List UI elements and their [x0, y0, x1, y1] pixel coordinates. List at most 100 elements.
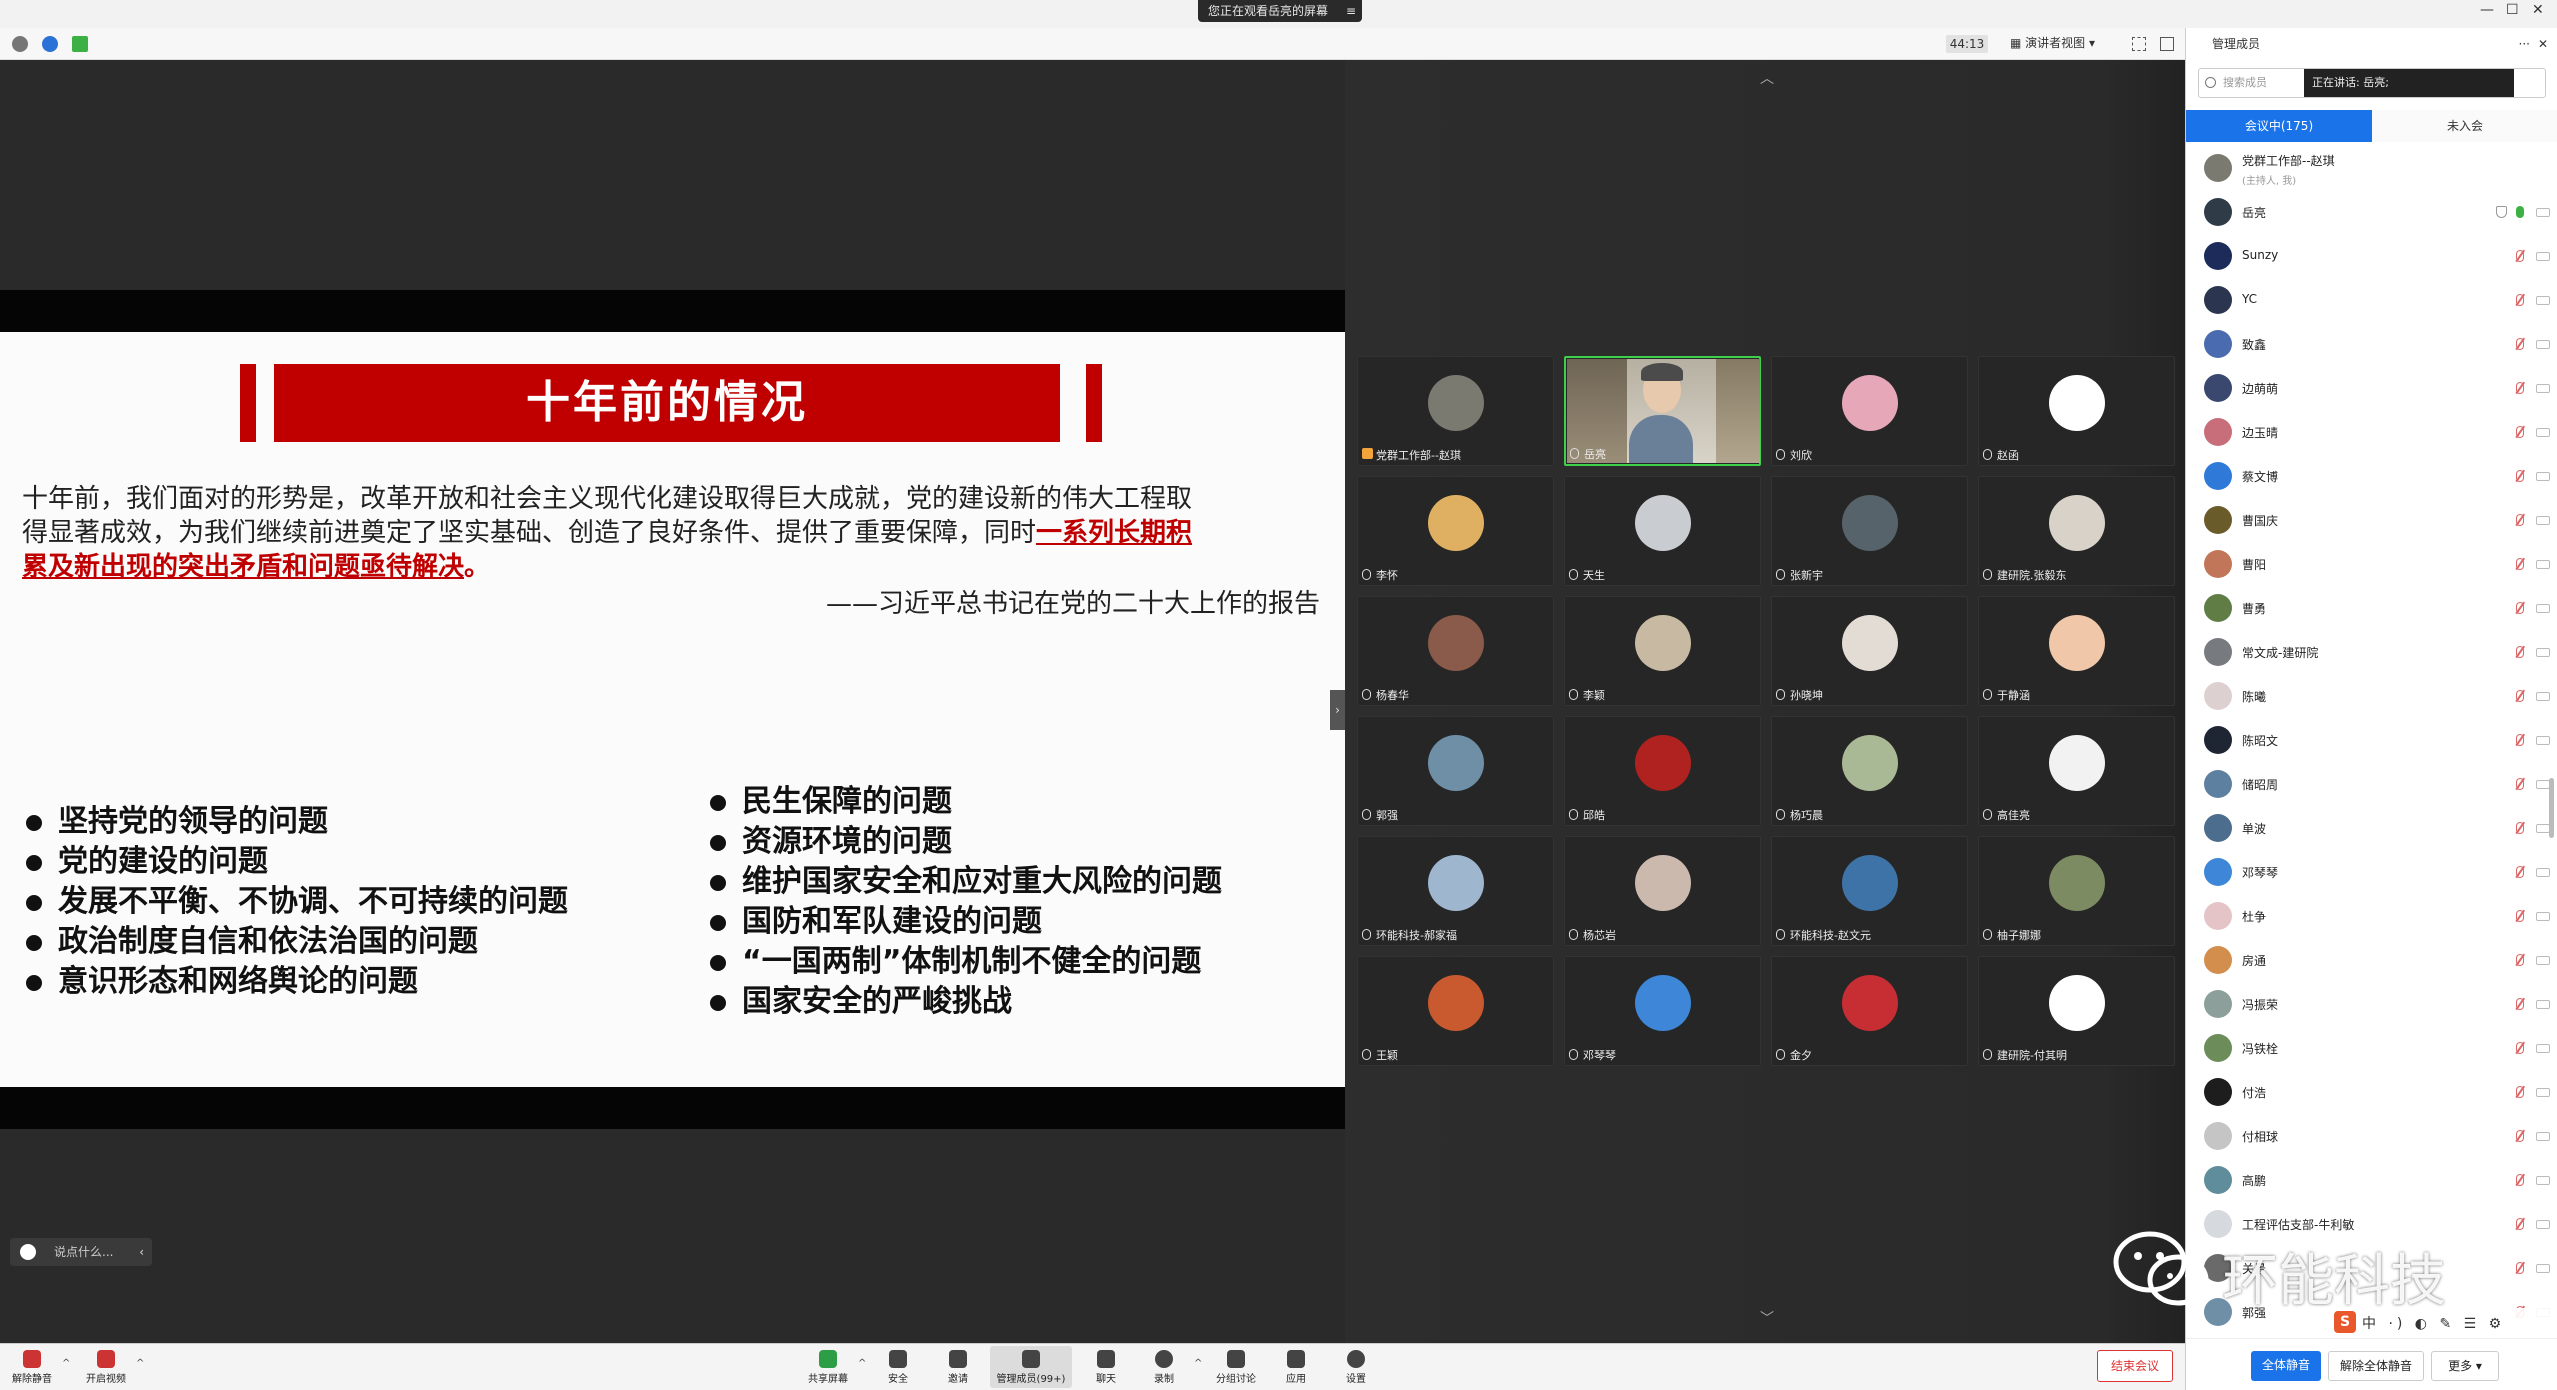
participant-row[interactable]: 曹阳	[2186, 542, 2557, 586]
video-tile[interactable]: 建研院.张毅东	[1978, 476, 2175, 586]
more-button[interactable]: 更多 ▾	[2431, 1351, 2499, 1381]
mic-off-icon[interactable]	[2516, 778, 2524, 790]
participant-row[interactable]: 付浩	[2186, 1070, 2557, 1114]
tab-in-meeting[interactable]: 会议中(175)	[2186, 110, 2372, 142]
camera-off-icon[interactable]	[2536, 648, 2550, 657]
video-tile[interactable]: 党群工作部--赵琪	[1357, 356, 1554, 466]
mute-all-button[interactable]: 全体静音	[2251, 1351, 2321, 1381]
gallery-up-arrow[interactable]: ︿	[1760, 68, 1774, 88]
camera-off-icon[interactable]	[2536, 1044, 2550, 1053]
camera-off-icon[interactable]	[2536, 692, 2550, 701]
panel-close-button[interactable]: ✕	[2538, 28, 2548, 60]
video-tile[interactable]: 杨巧晨	[1771, 716, 1968, 826]
gallery-down-arrow[interactable]: ﹀	[1760, 1308, 1774, 1328]
camera-off-icon[interactable]	[2536, 604, 2550, 613]
mic-off-icon[interactable]	[2516, 514, 2524, 526]
audio-options-caret[interactable]: ^	[62, 1358, 70, 1369]
close-button[interactable]: ✕	[2532, 2, 2544, 18]
video-tile[interactable]: 天生	[1564, 476, 1761, 586]
mic-off-icon[interactable]	[2516, 294, 2524, 306]
video-tile[interactable]: 王颖	[1357, 956, 1554, 1066]
breakout-button[interactable]: 分组讨论	[1208, 1346, 1264, 1388]
participant-row[interactable]: 付相球	[2186, 1114, 2557, 1158]
video-tile[interactable]: 邓琴琴	[1564, 956, 1761, 1066]
camera-off-icon[interactable]	[2536, 1220, 2550, 1229]
video-options-caret[interactable]: ^	[136, 1358, 144, 1369]
camera-off-icon[interactable]	[2536, 912, 2550, 921]
participant-row[interactable]: 单波	[2186, 806, 2557, 850]
camera-off-icon[interactable]	[2536, 956, 2550, 965]
camera-off-icon[interactable]	[2536, 208, 2550, 217]
record-button[interactable]: 录制	[1136, 1346, 1192, 1388]
camera-off-icon[interactable]	[2536, 1000, 2550, 1009]
participant-row[interactable]: 陈曦	[2186, 674, 2557, 718]
participant-row[interactable]: 常文成-建研院	[2186, 630, 2557, 674]
mic-off-icon[interactable]	[2516, 1262, 2524, 1274]
mic-on-icon[interactable]	[2516, 206, 2524, 218]
mic-off-icon[interactable]	[2516, 954, 2524, 966]
camera-off-icon[interactable]	[2536, 780, 2550, 789]
video-tile[interactable]: 李颖	[1564, 596, 1761, 706]
more-options-icon[interactable]: ···	[2519, 28, 2530, 60]
menu-icon[interactable]: ≡	[1346, 0, 1356, 22]
video-tile[interactable]: 岳亮	[1564, 356, 1761, 466]
participant-row[interactable]: 冯铁栓	[2186, 1026, 2557, 1070]
video-tile[interactable]: 柚子娜娜	[1978, 836, 2175, 946]
mic-off-icon[interactable]	[2516, 250, 2524, 262]
video-tile[interactable]: 赵函	[1978, 356, 2175, 466]
share-screen-button[interactable]: 共享屏幕	[800, 1346, 856, 1388]
unmute-button[interactable]: 解除静音	[4, 1346, 60, 1388]
participant-row[interactable]: 高鹏	[2186, 1158, 2557, 1202]
end-meeting-button[interactable]: 结束会议	[2097, 1350, 2173, 1382]
camera-off-icon[interactable]	[2536, 516, 2550, 525]
video-tile[interactable]: 金夕	[1771, 956, 1968, 1066]
camera-off-icon[interactable]	[2536, 1176, 2550, 1185]
camera-off-icon[interactable]	[2536, 868, 2550, 877]
tab-not-joined[interactable]: 未入会	[2372, 110, 2557, 142]
camera-off-icon[interactable]	[2536, 296, 2550, 305]
start-video-button[interactable]: 开启视频	[78, 1346, 134, 1388]
video-tile[interactable]: 张新宇	[1771, 476, 1968, 586]
video-tile[interactable]: 高佳亮	[1978, 716, 2175, 826]
participant-row[interactable]: 邓琴琴	[2186, 850, 2557, 894]
participant-row[interactable]: YC	[2186, 278, 2557, 322]
screen-share-banner[interactable]: 您正在观看岳亮的屏幕 ≡	[1198, 0, 1362, 22]
participant-row[interactable]: 致鑫	[2186, 322, 2557, 366]
mic-off-icon[interactable]	[2516, 382, 2524, 394]
mic-off-icon[interactable]	[2516, 998, 2524, 1010]
mic-off-icon[interactable]	[2516, 734, 2524, 746]
mic-off-icon[interactable]	[2516, 1042, 2524, 1054]
chat-input[interactable]: 说点什么... ‹	[10, 1238, 152, 1266]
panel-scrollbar[interactable]	[2549, 778, 2554, 838]
mic-off-icon[interactable]	[2516, 1086, 2524, 1098]
camera-off-icon[interactable]	[2536, 340, 2550, 349]
camera-off-icon[interactable]	[2536, 824, 2550, 833]
video-tile[interactable]: 邱皓	[1564, 716, 1761, 826]
mic-off-icon[interactable]	[2516, 910, 2524, 922]
participant-row[interactable]: 储昭周	[2186, 762, 2557, 806]
video-tile[interactable]: 杨芯岩	[1564, 836, 1761, 946]
video-tile[interactable]: 郭强	[1357, 716, 1554, 826]
chevron-left-icon[interactable]: ‹	[139, 1238, 144, 1266]
video-tile[interactable]: 杨春华	[1357, 596, 1554, 706]
mic-off-icon[interactable]	[2516, 470, 2524, 482]
apps-button[interactable]: 应用	[1268, 1346, 1324, 1388]
settings-button[interactable]: 设置	[1328, 1346, 1384, 1388]
video-tile[interactable]: 于静涵	[1978, 596, 2175, 706]
camera-off-icon[interactable]	[2536, 428, 2550, 437]
video-tile[interactable]: 环能科技-郝家福	[1357, 836, 1554, 946]
mic-off-icon[interactable]	[2516, 338, 2524, 350]
participant-row[interactable]: 边萌萌	[2186, 366, 2557, 410]
invite-button[interactable]: 邀请	[930, 1346, 986, 1388]
camera-off-icon[interactable]	[2536, 736, 2550, 745]
camera-off-icon[interactable]	[2536, 1088, 2550, 1097]
participant-row[interactable]: 冯振荣	[2186, 982, 2557, 1026]
mic-off-icon[interactable]	[2516, 558, 2524, 570]
camera-off-icon[interactable]	[2536, 1264, 2550, 1273]
mic-off-icon[interactable]	[2516, 1218, 2524, 1230]
participant-row[interactable]: 岳亮	[2186, 190, 2557, 234]
camera-off-icon[interactable]	[2536, 384, 2550, 393]
camera-off-icon[interactable]	[2536, 472, 2550, 481]
mic-off-icon[interactable]	[2516, 690, 2524, 702]
fullscreen-icon[interactable]	[2132, 37, 2146, 51]
